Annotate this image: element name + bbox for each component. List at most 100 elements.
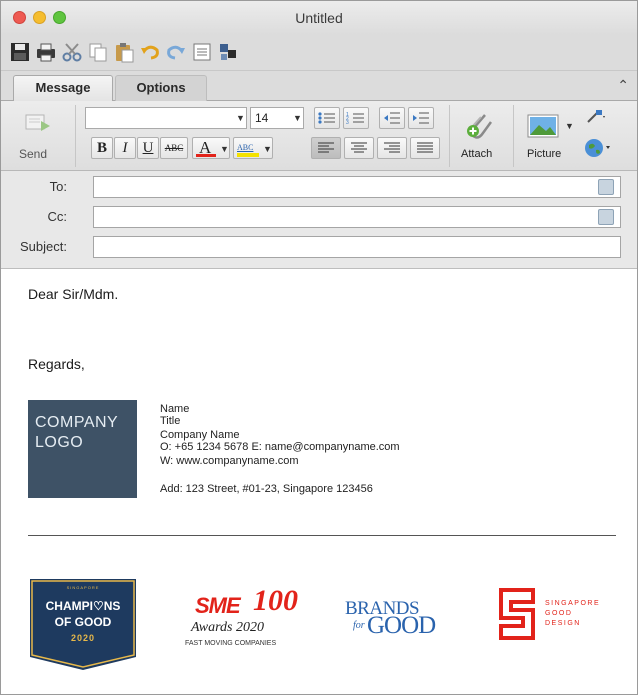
highlight-button[interactable]: ABC ▼ <box>233 137 273 159</box>
hundred-text: 100 <box>253 584 298 617</box>
awards-text: Awards 2020 <box>191 620 264 635</box>
decrease-indent-button[interactable] <box>379 107 405 129</box>
champions-line2: OF GOOD <box>54 615 112 629</box>
champions-year: 2020 <box>70 633 96 643</box>
champions-line1: CHAMPI♡NS <box>45 599 121 613</box>
justify-icon <box>417 142 433 153</box>
to-field[interactable] <box>93 176 621 198</box>
align-left-icon <box>318 142 334 153</box>
company-logo: COMPANY LOGO <box>28 400 137 498</box>
send-label: Send <box>19 147 48 161</box>
paperclip-icon <box>463 109 497 148</box>
collapse-ribbon-icon[interactable]: ⌃ <box>617 77 629 94</box>
to-address-book-icon[interactable] <box>598 179 614 195</box>
signature-contact: O: +65 1234 5678 E: name@companyname.com <box>160 441 400 453</box>
copy-icon[interactable] <box>87 41 109 63</box>
signature-divider <box>28 535 616 536</box>
picture-icon <box>527 113 561 144</box>
cut-icon[interactable] <box>61 41 83 63</box>
brands-for-text: for <box>353 620 365 631</box>
font-color-button[interactable]: A ▼ <box>192 137 230 159</box>
sgd-line1: SINGAPORE <box>545 600 601 607</box>
highlight-dropdown-icon[interactable]: ▼ <box>263 144 272 154</box>
signature-company: Company Name <box>160 429 240 441</box>
cc-label: Cc: <box>47 209 68 224</box>
ribbon-tabs: Message Options ⌃ <box>1 71 637 101</box>
subject-label: Subject: <box>20 239 67 254</box>
sgd-line3: DESIGN <box>545 620 581 627</box>
underline-button[interactable]: U <box>137 137 159 159</box>
align-right-button[interactable] <box>377 137 407 159</box>
attach-label: Attach <box>461 148 493 160</box>
picture-label: Picture <box>527 148 562 160</box>
bullets-icon <box>318 112 335 124</box>
signature-address: Add: 123 Street, #01-23, Singapore 12345… <box>160 483 373 495</box>
bullets-button[interactable] <box>314 107 340 129</box>
highlight-glyph: ABC <box>237 143 254 152</box>
greeting-text: Dear Sir/Mdm. <box>28 286 119 302</box>
message-body[interactable]: Dear Sir/Mdm. Regards, COMPANY LOGO Name… <box>1 270 637 694</box>
align-center-icon <box>351 142 367 153</box>
ribbon: Send ▼ 14 ▼ 123 B I U ABC A ▼ ABC ▼ Atta… <box>1 101 637 171</box>
sme-text: SME <box>195 593 241 618</box>
cc-field[interactable] <box>93 206 621 228</box>
cc-address-book-icon[interactable] <box>598 209 614 225</box>
signature-web: W: www.companyname.com <box>160 455 299 467</box>
window-title: Untitled <box>295 10 343 26</box>
sme100-awards-logo: SME 100 Awards 2020 FAST MOVING COMPANIE… <box>181 584 321 660</box>
brands-good-text: GOOD <box>367 612 436 639</box>
sgd-line2: GOOD <box>545 610 573 617</box>
font-size-dropdown-icon[interactable]: ▼ <box>293 113 302 123</box>
send-button[interactable]: Send <box>9 105 65 167</box>
singapore-good-design-logo: SINGAPORE GOOD DESIGN <box>499 588 629 658</box>
indent-icon <box>413 112 429 124</box>
redo-icon[interactable] <box>165 41 187 63</box>
send-icon <box>25 113 51 140</box>
align-center-button[interactable] <box>344 137 374 159</box>
font-color-dropdown-icon[interactable]: ▼ <box>220 144 229 154</box>
bold-button[interactable]: B <box>91 137 113 159</box>
highlight-bar <box>237 153 259 157</box>
font-color-bar <box>196 154 216 157</box>
undo-icon[interactable] <box>139 41 161 63</box>
sgd-mark-icon <box>499 588 535 640</box>
save-icon[interactable] <box>9 41 31 63</box>
numbering-icon: 123 <box>346 112 364 126</box>
champions-top: SINGAPORE <box>66 585 100 590</box>
quick-access-toolbar <box>1 35 637 71</box>
compose-window: Untitled Message Options ⌃ Send ▼ 14 ▼ 1… <box>0 0 638 695</box>
paste-icon[interactable] <box>113 41 135 63</box>
justify-button[interactable] <box>410 137 440 159</box>
svg-text:3: 3 <box>346 120 349 126</box>
title-bar: Untitled <box>1 1 637 35</box>
signature-title: Title <box>160 415 181 427</box>
strikethrough-button[interactable]: ABC <box>160 137 188 159</box>
outdent-icon <box>384 112 400 124</box>
signature-name: Name <box>160 403 190 415</box>
align-left-button[interactable] <box>311 137 341 159</box>
send-receive-icon[interactable] <box>217 41 239 63</box>
globe-icon[interactable] <box>583 137 611 164</box>
tab-options[interactable]: Options <box>115 75 207 101</box>
address-book-icon[interactable] <box>191 41 213 63</box>
picture-dropdown-icon[interactable]: ▼ <box>565 121 574 131</box>
company-logo-text: COMPANY LOGO <box>35 414 119 451</box>
subject-field[interactable] <box>93 236 621 258</box>
print-icon[interactable] <box>35 41 57 63</box>
font-name-select[interactable] <box>85 107 247 129</box>
champions-of-good-badge: SINGAPORE CHAMPI♡NS OF GOOD 2020 <box>28 577 138 671</box>
ribbon-separator <box>75 105 76 167</box>
picture-button[interactable]: ▼ Picture <box>521 105 577 167</box>
numbering-button[interactable]: 123 <box>343 107 369 129</box>
italic-button[interactable]: I <box>114 137 136 159</box>
ribbon-separator <box>513 105 514 167</box>
font-name-dropdown-icon[interactable]: ▼ <box>236 113 245 123</box>
tab-message[interactable]: Message <box>13 75 113 101</box>
ribbon-separator <box>449 105 450 167</box>
to-label: To: <box>49 179 67 194</box>
attach-button[interactable]: Attach <box>455 105 509 167</box>
format-brush-icon[interactable] <box>585 109 607 130</box>
closing-text: Regards, <box>28 356 85 372</box>
increase-indent-button[interactable] <box>408 107 434 129</box>
brands-for-good-logo: BRANDS for GOOD <box>341 598 461 658</box>
